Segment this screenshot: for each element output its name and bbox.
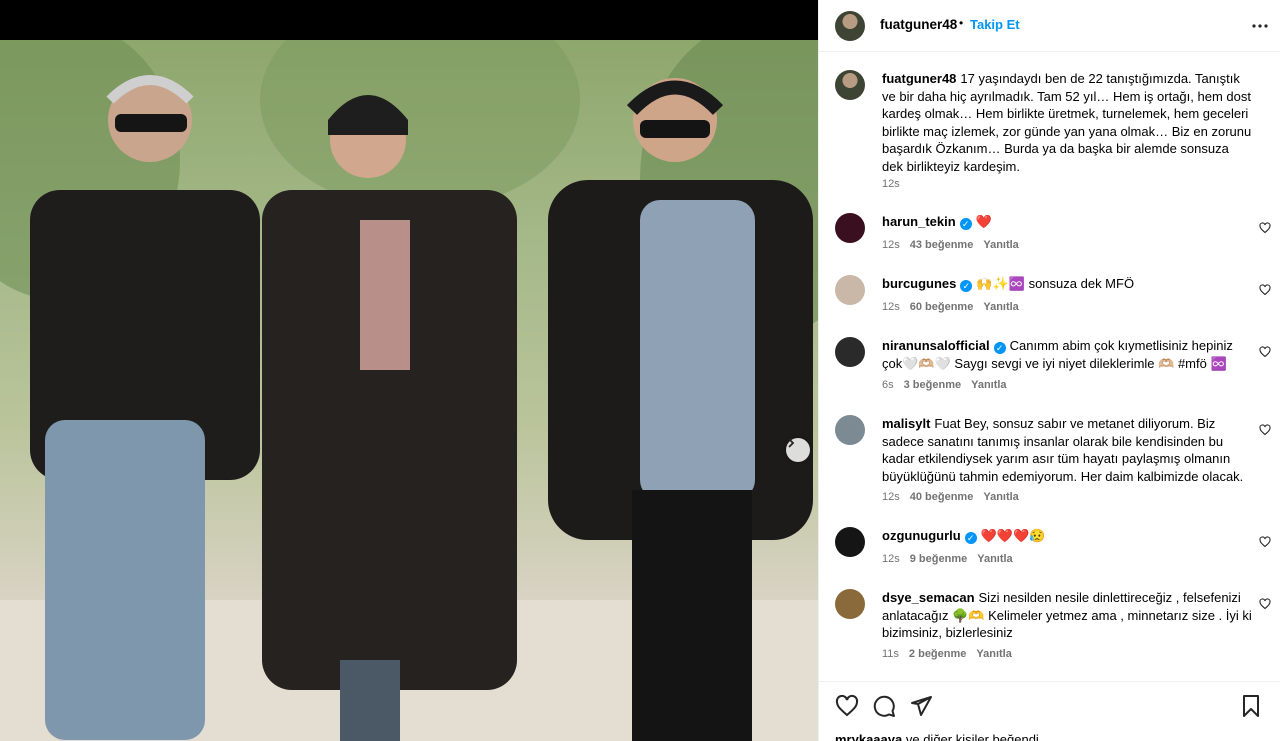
post-header: fuatguner48 • Takip Et [819,0,1280,52]
comment-username[interactable]: burcugunes [882,276,956,291]
comment-meta: 12s 60 beğenme Yanıtla [882,301,1029,313]
comment-avatar[interactable] [835,275,865,305]
comment-text: 🙌✨♾️ sonsuza dek MFÖ [976,276,1135,291]
comment-time[interactable]: 12s [882,491,900,503]
comment-like-heart-icon[interactable] [1259,598,1271,610]
comment-meta: 12s 40 beğenme Yanıtla [882,491,1029,503]
reply-button[interactable]: Yanıtla [976,648,1011,660]
comment-text-block: burcugunes ✓ 🙌✨♾️ sonsuza dek MFÖ [882,275,1252,293]
comment-text-block: niranunsalofficial ✓ Canımm abim çok kıyme… [882,337,1252,372]
caption-text: 17 yaşındaydı ben de 22 tanıştığımızda. … [882,71,1252,174]
comment-time[interactable]: 11s [882,648,899,660]
verified-badge-icon: ✓ [964,532,977,544]
comment-username[interactable]: malisylt [882,416,930,431]
comment-time[interactable]: 12s [882,239,900,251]
caption-author-avatar[interactable] [835,70,865,100]
comment-like-heart-icon[interactable] [1259,284,1271,296]
follow-button[interactable]: Takip Et [970,17,1020,32]
comment-like-heart-icon[interactable] [1259,222,1271,234]
caption-meta: 12s [882,178,910,190]
photo-illustration [0,40,818,741]
comment-text-block: malisylt Fuat Bey, sonsuz sabır ve metane… [882,415,1252,485]
comment-meta: 12s 9 beğenme Yanıtla [882,553,1023,565]
share-icon[interactable] [909,694,933,718]
comment-likes[interactable]: 40 beğenme [910,491,974,503]
comment-avatar[interactable] [835,589,865,619]
comment-meta: 12s 43 beğenme Yanıtla [882,239,1029,251]
caption-time[interactable]: 12s [882,178,900,190]
comment-like-heart-icon[interactable] [1259,536,1271,548]
comment-avatar[interactable] [835,213,865,243]
comment-like-heart-icon[interactable] [1259,346,1271,358]
verified-badge-icon: ✓ [993,342,1006,354]
author-username[interactable]: fuatguner48 [880,17,957,32]
comment-icon[interactable] [872,694,896,718]
comment-avatar[interactable] [835,415,865,445]
comment-username[interactable]: dsye_semacan [882,590,975,605]
more-horizontal-icon[interactable] [1251,18,1269,34]
separator-dot: • [959,16,964,30]
comment-meta: 6s 3 beğenme Yanıtla [882,379,1017,391]
verified-badge-icon: ✓ [959,218,972,230]
comment-text-block: dsye_semacan Sizi nesilden nesile dinlett… [882,589,1252,642]
post-actions-bar: mrykaaaya ve diğer kişiler beğendi [819,681,1280,741]
caption-text-block: fuatguner48 17 yaşındaydı ben de 22 tanış… [882,70,1252,175]
comment-text: Fuat Bey, sonsuz sabır ve metanet diliyo… [882,416,1244,484]
comment-likes[interactable]: 60 beğenme [910,301,974,313]
comment-like-heart-icon[interactable] [1259,424,1271,436]
reply-button[interactable]: Yanıtla [977,553,1012,565]
verified-badge-icon: ✓ [960,280,973,292]
likes-summary[interactable]: mrykaaaya ve diğer kişiler beğendi [835,732,1039,741]
post-side-panel: fuatguner48 • Takip Et fuatguner48 17 yaş… [818,0,1280,741]
reply-button[interactable]: Yanıtla [983,239,1018,251]
liker-username[interactable]: mrykaaaya [835,732,902,741]
caption-username[interactable]: fuatguner48 [882,71,956,86]
comment-likes[interactable]: 43 beğenme [910,239,974,251]
reply-button[interactable]: Yanıtla [983,491,1018,503]
comment-likes[interactable]: 2 beğenme [909,648,966,660]
heart-icon[interactable] [835,694,859,718]
comment-text-block: harun_tekin ✓ ❤️ [882,213,1252,231]
comment-likes[interactable]: 3 beğenme [904,379,961,391]
reply-button[interactable]: Yanıtla [983,301,1018,313]
comment-username[interactable]: niranunsalofficial [882,338,990,353]
bookmark-icon[interactable] [1239,694,1263,718]
comment-avatar[interactable] [835,527,865,557]
comment-text-block: ozgunugurlu ✓ ❤️❤️❤️😥 [882,527,1252,545]
comment-time[interactable]: 12s [882,301,900,313]
chevron-right-icon [788,438,795,448]
comment-meta: 11s 2 beğenme Yanıtla [882,648,1022,660]
reply-button[interactable]: Yanıtla [971,379,1006,391]
comment-username[interactable]: harun_tekin [882,214,956,229]
post-photo[interactable] [0,40,818,741]
comment-likes[interactable]: 9 beğenme [910,553,967,565]
comments-list[interactable]: fuatguner48 17 yaşındaydı ben de 22 tanış… [819,53,1280,680]
likes-summary-text: ve diğer kişiler beğendi [905,732,1039,741]
author-avatar[interactable] [835,11,865,41]
comment-username[interactable]: ozgunugurlu [882,528,961,543]
comment-time[interactable]: 12s [882,553,900,565]
comment-time[interactable]: 6s [882,379,894,391]
comment-text: ❤️❤️❤️😥 [980,528,1046,543]
post-media [0,0,818,741]
next-slide-button[interactable] [786,438,810,462]
comment-text: ❤️ [975,214,992,229]
comment-avatar[interactable] [835,337,865,367]
